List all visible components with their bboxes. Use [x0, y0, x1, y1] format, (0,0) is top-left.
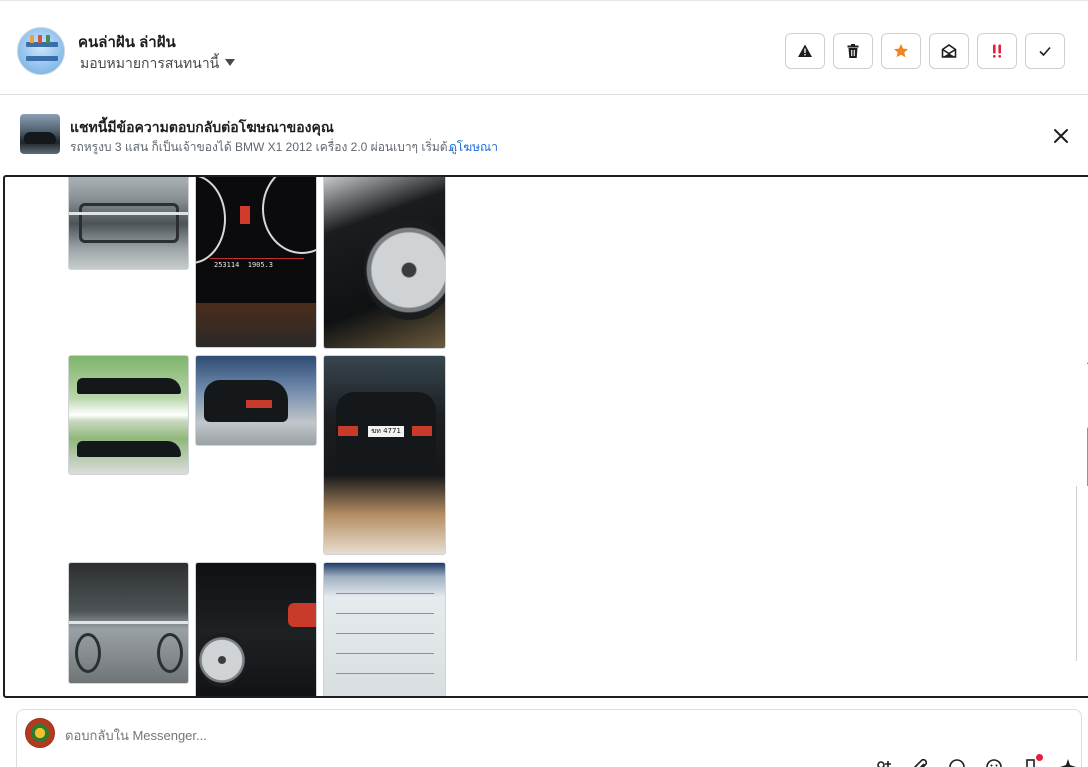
report-button[interactable]	[785, 33, 825, 69]
checkmark-icon	[1039, 46, 1051, 57]
attach-button[interactable]	[908, 758, 932, 767]
doc-line	[336, 613, 434, 614]
sparkle-icon	[1060, 759, 1076, 767]
star-button[interactable]	[881, 33, 921, 69]
photo-registration-doc[interactable]	[323, 562, 446, 696]
photo-dashboard[interactable]: 253114 1905.3	[195, 177, 317, 348]
avatar[interactable]	[17, 27, 65, 75]
contact-name[interactable]: คนล่าฝัน ล่าฝัน	[78, 30, 176, 54]
avatar-book	[46, 35, 50, 43]
side-panel-peek	[1076, 486, 1088, 661]
composer-tools	[871, 754, 1080, 767]
notification-dot	[1036, 754, 1043, 761]
paperclip-icon	[914, 758, 928, 767]
photo-rear-view[interactable]: ฆท 4771	[323, 355, 446, 555]
envelope-open-icon	[941, 44, 957, 58]
gauge-left	[196, 177, 226, 264]
photo-engine-bay[interactable]	[68, 177, 189, 270]
tail-light	[246, 400, 272, 408]
car-silhouette	[77, 378, 181, 394]
emoji-button[interactable]	[982, 758, 1006, 767]
close-icon[interactable]	[1050, 125, 1072, 147]
odometer-reading: 253114 1905.3	[214, 261, 274, 269]
inbox-conversation: คนล่าฝัน ล่าฝัน มอบหมายการสนทนานี้ แชทนี…	[0, 0, 1088, 767]
ad-reply-banner: แชทนี้มีข้อความตอบกลับต่อโฆษณาของคุณ รถห…	[0, 96, 1088, 174]
ad-banner-subtitle: รถหรูงบ 3 แสน ก็เป็นเจ้าของได้ BMW X1 20…	[70, 140, 458, 154]
done-button[interactable]	[1025, 33, 1065, 69]
warning-icon	[798, 44, 812, 57]
hood-strut	[75, 633, 101, 673]
conversation-header: คนล่าฝัน ล่าฝัน มอบหมายการสนทนานี้	[0, 0, 1088, 95]
tail-light	[412, 426, 432, 436]
reply-composer	[16, 709, 1082, 767]
trash-icon	[847, 44, 859, 58]
photo-side-view[interactable]	[68, 355, 189, 475]
saved-reply-button[interactable]	[945, 758, 969, 767]
hood-strut	[157, 633, 183, 673]
wheel-rim	[364, 220, 445, 320]
assign-label: มอบหมายการสนทนานี้	[80, 55, 220, 71]
reply-input[interactable]	[65, 725, 965, 745]
photo-wheel[interactable]	[323, 177, 446, 349]
photo-rear-angle[interactable]	[195, 355, 317, 446]
tail-light	[288, 603, 316, 627]
doc-line	[336, 673, 434, 674]
display-line	[210, 258, 304, 259]
doc-line	[336, 593, 434, 594]
assign-dropdown[interactable]: มอบหมายการสนทนานี้	[80, 53, 236, 75]
doc-line	[336, 653, 434, 654]
action-toolbar	[785, 33, 1065, 69]
chat-bubble-icon	[949, 759, 965, 767]
car-silhouette	[24, 132, 56, 144]
avatar-shelf	[26, 56, 58, 61]
message-thread: 253114 1905.3 ฆท 4771	[3, 175, 1088, 698]
photo-hood-inside[interactable]	[68, 562, 189, 684]
star-icon	[894, 44, 908, 58]
caret-down-icon	[225, 59, 236, 66]
ad-thumbnail[interactable]	[20, 114, 60, 154]
sparkle-button[interactable]	[1056, 758, 1080, 767]
ad-banner-title: แชทนี้มีข้อความตอบกลับต่อโฆษณาของคุณ	[70, 119, 334, 135]
page-avatar	[25, 718, 55, 748]
car-silhouette	[77, 441, 181, 457]
emoji-icon	[986, 759, 1002, 767]
doc-line	[336, 633, 434, 634]
avatar-book	[30, 35, 34, 43]
dash-trim	[196, 303, 316, 347]
avatar-book	[38, 35, 42, 43]
engine-detail	[79, 203, 179, 243]
mark-unread-button[interactable]	[929, 33, 969, 69]
photo-divider	[69, 621, 188, 624]
notification-button[interactable]	[1019, 754, 1043, 767]
wheel-rim	[198, 633, 246, 687]
photo-side-flank[interactable]	[195, 562, 317, 696]
add-contact-button[interactable]	[871, 758, 895, 767]
follow-up-button[interactable]	[977, 33, 1017, 69]
warning-lamp	[240, 206, 250, 224]
gauge-right	[262, 177, 316, 254]
photo-divider	[69, 212, 188, 215]
delete-button[interactable]	[833, 33, 873, 69]
add-person-icon	[877, 761, 891, 767]
view-ad-link[interactable]: ดูโฆษณา	[449, 138, 498, 157]
license-plate: ฆท 4771	[368, 426, 404, 437]
double-exclamation-icon	[993, 44, 1001, 58]
tail-light	[338, 426, 358, 436]
